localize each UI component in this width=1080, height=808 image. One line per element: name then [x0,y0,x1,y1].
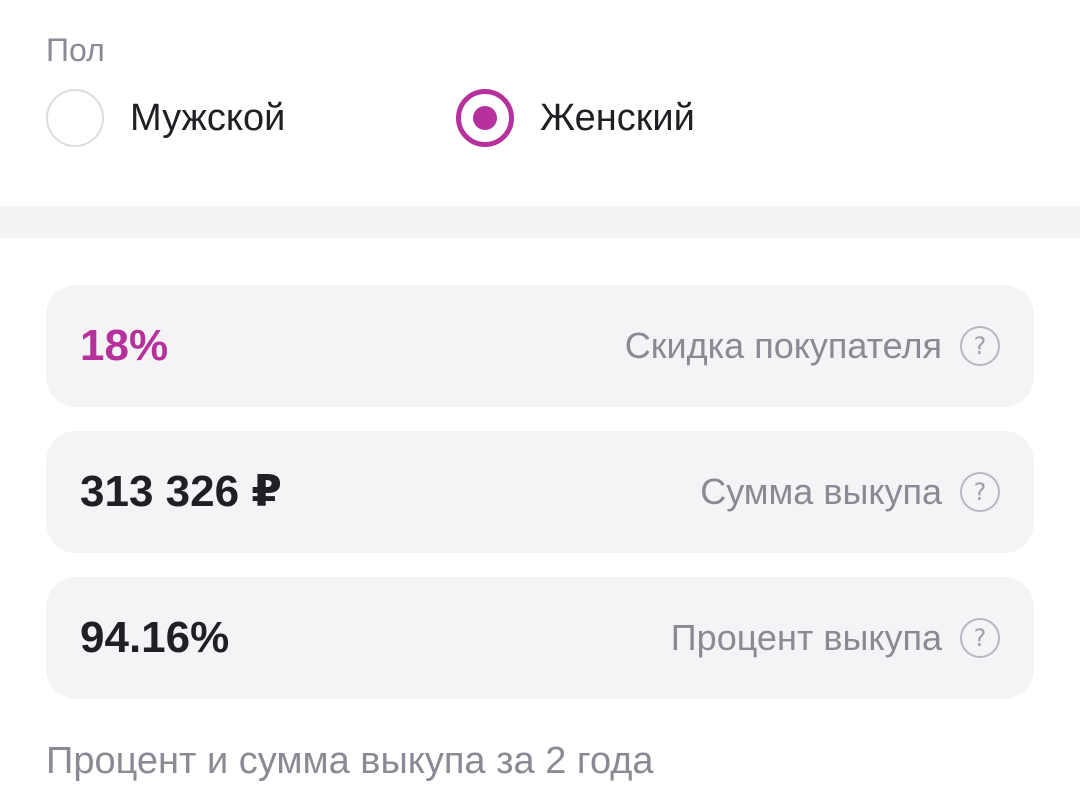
discount-label-group: Скидка покупателя ? [625,285,1000,407]
buyout-sum-label: Сумма выкупа [700,471,942,512]
buyout-sum-value: 313 326 ₽ [80,467,282,516]
buyout-percent-label-group: Процент выкупа ? [671,577,1000,699]
question-circle-icon[interactable]: ? [960,618,1000,658]
buyout-percent-value: 94.16% [80,613,230,662]
radio-checked-icon[interactable] [456,89,514,147]
radio-dot [473,106,497,130]
gender-option-male-label: Мужской [130,97,286,139]
stat-card-discount: 18% Скидка покупателя ? [46,285,1034,407]
gender-option-female-label: Женский [540,97,695,139]
footer-caption: Процент и сумма выкупа за 2 года [46,740,654,782]
section-divider [0,206,1080,238]
discount-label: Скидка покупателя [624,325,942,366]
stat-card-buyout-percent: 94.16% Процент выкупа ? [46,577,1034,699]
stat-card-buyout-sum: 313 326 ₽ Сумма выкупа ? [46,431,1034,553]
gender-label: Пол [46,32,105,68]
radio-unchecked-icon[interactable] [46,89,104,147]
gender-option-female[interactable]: Женский [456,86,695,150]
gender-section: Пол Мужской Женский [0,0,1080,206]
question-circle-icon[interactable]: ? [960,326,1000,366]
discount-value: 18% [80,321,169,370]
buyout-sum-label-group: Сумма выкупа ? [700,431,1000,553]
gender-option-male[interactable]: Мужской [46,86,285,150]
question-circle-icon[interactable]: ? [960,472,1000,512]
buyout-percent-label: Процент выкупа [670,617,942,658]
